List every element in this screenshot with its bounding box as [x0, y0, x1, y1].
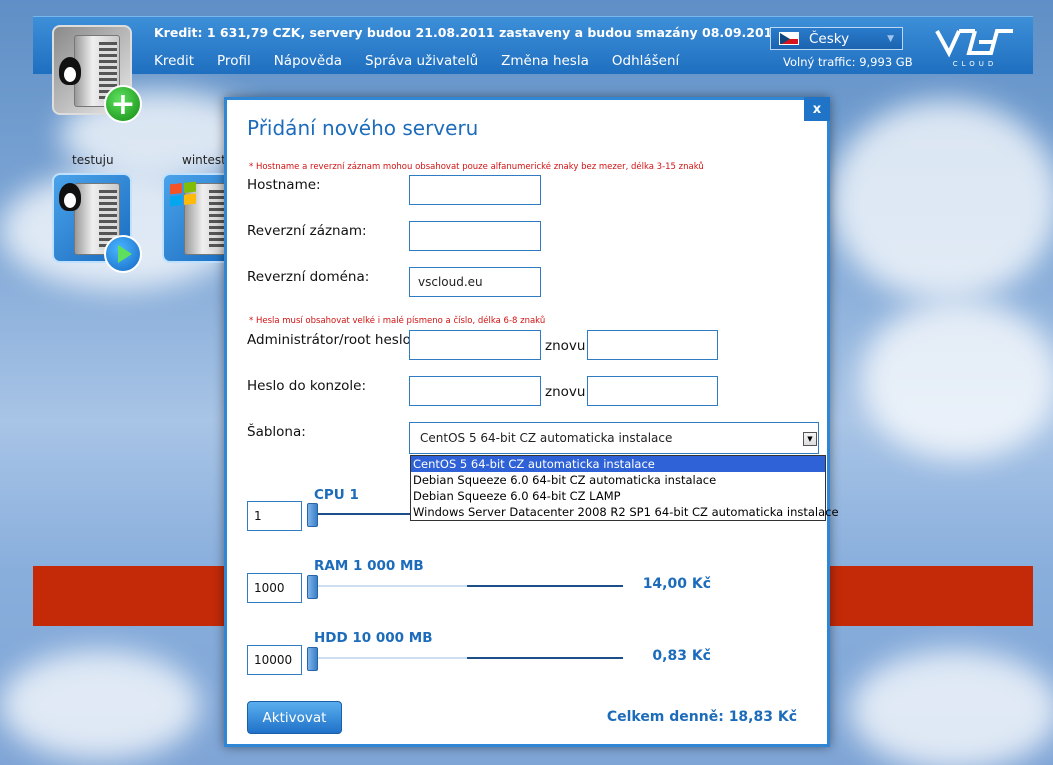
free-traffic: Volný traffic: 9,993 GB [783, 55, 913, 69]
activate-button[interactable]: Aktivovat [247, 701, 342, 734]
ram-slider-track-empty[interactable] [313, 585, 468, 587]
server-testuju[interactable] [52, 173, 142, 273]
hdd-title: HDD 10 000 MB [314, 630, 433, 646]
ram-title: RAM 1 000 MB [314, 558, 424, 574]
hostname-label: Hostname: [247, 177, 321, 193]
template-option[interactable]: Debian Squeeze 6.0 64-bit CZ automaticka… [411, 472, 825, 488]
template-select[interactable]: CentOS 5 64-bit CZ automaticka instalace… [409, 422, 819, 454]
console-password-input[interactable] [409, 376, 541, 406]
hdd-slider-track[interactable] [467, 657, 623, 659]
hostname-input[interactable] [409, 175, 541, 205]
ram-price: 14,00 Kč [642, 576, 711, 592]
daily-total: Celkem denně: 18,83 Kč [606, 709, 797, 725]
cpu-slider-handle[interactable] [307, 503, 318, 527]
vscloud-logo[interactable]: CLOUD [935, 25, 1015, 69]
cloud [830, 100, 1053, 300]
czech-flag-icon [779, 32, 799, 45]
close-button[interactable]: x [804, 97, 830, 121]
reverse-domain-label: Reverzní doména: [247, 269, 370, 285]
template-selected-value: CentOS 5 64-bit CZ automaticka instalace [420, 431, 673, 445]
reverse-record-label: Reverzní záznam: [247, 223, 367, 239]
admin-password-again-label: znovu: [545, 338, 590, 354]
hdd-slider-handle[interactable] [307, 647, 318, 671]
credit-status: Kredit: 1 631,79 CZK, servery budou 21.0… [154, 25, 792, 40]
template-dropdown-list: CentOS 5 64-bit CZ automaticka instalace… [410, 455, 839, 521]
menu-profil[interactable]: Profil [217, 53, 251, 69]
password-note: * Hesla musí obsahovat velké i malé písm… [249, 316, 546, 326]
server-label: testuju [72, 153, 114, 167]
menu-napoveda[interactable]: Nápověda [274, 53, 342, 69]
menu-kredit[interactable]: Kredit [154, 53, 194, 69]
header-bar: Kredit: 1 631,79 CZK, servery budou 21.0… [33, 16, 1033, 74]
menu-sprava-uzivatelu[interactable]: Správa uživatelů [365, 53, 478, 69]
plus-icon: + [104, 85, 142, 123]
server-label: wintest [182, 153, 226, 167]
main-menu: Kredit Profil Nápověda Správa uživatelů … [154, 53, 702, 69]
template-option[interactable]: Debian Squeeze 6.0 64-bit CZ LAMP [411, 488, 825, 504]
hdd-price: 0,83 Kč [652, 648, 711, 664]
windows-logo-icon [170, 181, 196, 207]
menu-zmena-hesla[interactable]: Změna hesla [501, 53, 589, 69]
menu-odhlaseni[interactable]: Odhlášení [612, 53, 679, 69]
hdd-input[interactable]: 10000 [247, 645, 302, 675]
chevron-down-icon[interactable]: ▼ [803, 432, 817, 446]
template-option[interactable]: Windows Server Datacenter 2008 R2 SP1 64… [411, 504, 839, 520]
add-server-button[interactable]: + [52, 25, 142, 123]
linux-penguin-icon [59, 57, 81, 85]
reverse-domain-input[interactable] [409, 267, 541, 297]
admin-password-label: Administrátor/root heslo: [247, 332, 416, 348]
credit-text: Kredit: 1 631,79 CZK, servery budou 21.0… [154, 25, 782, 40]
template-label: Šablona: [247, 424, 306, 440]
logo-text: CLOUD [953, 60, 998, 68]
ram-slider-handle[interactable] [307, 575, 318, 599]
dialog-title: Přidání nového serveru [247, 116, 479, 140]
admin-password-input[interactable] [409, 330, 541, 360]
console-password-again-label: znovu: [545, 384, 590, 400]
admin-password-confirm-input[interactable] [587, 330, 718, 360]
reverse-record-input[interactable] [409, 221, 541, 251]
console-password-confirm-input[interactable] [587, 376, 718, 406]
console-password-label: Heslo do konzole: [247, 378, 367, 394]
add-server-dialog: x Přidání nového serveru * Hostname a re… [224, 97, 839, 747]
hdd-slider-track-empty[interactable] [313, 657, 468, 659]
ram-input[interactable]: 1000 [247, 573, 302, 603]
hostname-note: * Hostname a reverzní záznam mohou obsah… [249, 162, 704, 172]
cpu-input[interactable]: 1 [247, 501, 302, 531]
cpu-title: CPU 1 [314, 487, 359, 503]
cpu-slider-track[interactable] [313, 513, 423, 515]
language-select[interactable]: Česky ▼ [770, 27, 903, 50]
play-icon[interactable] [104, 235, 142, 273]
chevron-down-icon: ▼ [887, 34, 894, 44]
language-label: Česky [809, 30, 850, 47]
cloud [0, 650, 200, 760]
cloud [850, 650, 1053, 765]
ram-slider-track[interactable] [467, 585, 623, 587]
cloud [860, 300, 1053, 460]
linux-penguin-icon [59, 183, 81, 211]
template-option[interactable]: CentOS 5 64-bit CZ automaticka instalace [411, 456, 825, 472]
